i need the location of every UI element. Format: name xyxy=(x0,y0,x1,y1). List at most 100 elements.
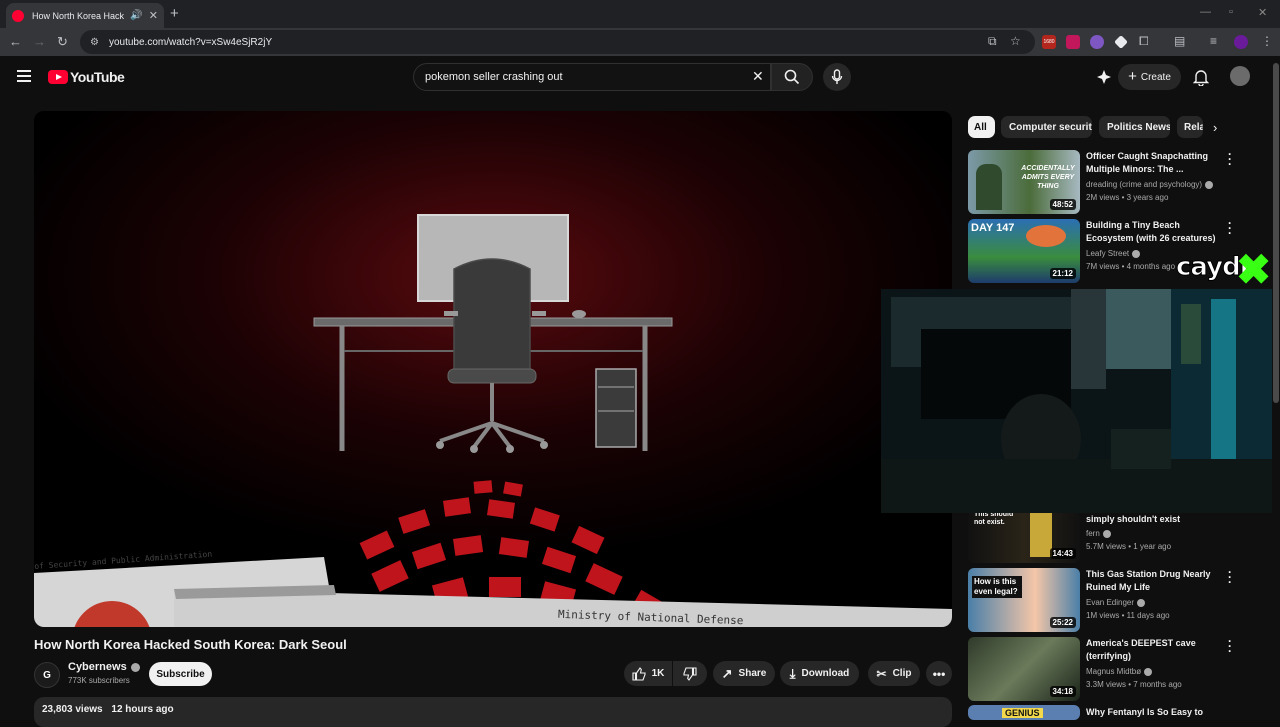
youtube-favicon-icon xyxy=(12,9,24,22)
address-bar[interactable]: ⚙ youtube.com/watch?v=xSw4eSjR2jY xyxy=(80,30,1035,54)
dislike-button[interactable] xyxy=(673,661,707,686)
recommendation-channel: Leafy Street xyxy=(1086,249,1141,258)
recommendation-item[interactable]: GENIUS Why Fentanyl Is So Easy to xyxy=(968,705,1238,720)
ext-badge-icon[interactable]: 1680 xyxy=(1042,35,1056,49)
webcam-image xyxy=(881,289,1280,513)
verified-check-icon xyxy=(1132,249,1141,258)
channel-initial: G xyxy=(43,669,51,681)
back-icon[interactable]: ← xyxy=(9,34,22,49)
recommendation-meta: 3.3M views • 7 months ago xyxy=(1086,680,1182,689)
age-text: 7 months ago xyxy=(1133,680,1182,689)
youtube-logo[interactable]: YouTube xyxy=(48,69,125,85)
more-vertical-icon[interactable]: · · · xyxy=(1228,148,1232,170)
extensions-puzzle-icon[interactable]: ⧠ xyxy=(1139,34,1149,49)
age-text: 11 days ago xyxy=(1126,611,1170,620)
video-thumbnail[interactable]: How is this even legal? 25:22 xyxy=(968,568,1080,632)
thumbnail-object xyxy=(1026,225,1066,247)
install-app-icon[interactable]: ⧉ xyxy=(988,34,997,49)
recommendation-item[interactable]: ACCIDENTALLY ADMITS EVERY THING 48:52 Of… xyxy=(968,148,1238,214)
browser-tab[interactable]: How North Korea Hacked S 🔊 ✕ xyxy=(6,3,164,28)
browser-menu-icon[interactable]: ⋮ xyxy=(1261,34,1273,48)
thumbnail-text: ACCIDENTALLY ADMITS EVERY THING xyxy=(1021,165,1075,190)
search-button[interactable] xyxy=(771,63,813,91)
reload-icon[interactable]: ↻ xyxy=(57,34,68,50)
video-duration: 14:43 xyxy=(1049,548,1076,559)
views-text: 5.7M views xyxy=(1086,542,1127,551)
recommendation-title: Why Fentanyl Is So Easy to xyxy=(1086,707,1204,717)
browser-tabstrip: How North Korea Hacked S 🔊 ✕ + — ▫ ✕ xyxy=(0,0,1280,28)
like-button[interactable]: 1K xyxy=(624,661,672,686)
more-vertical-icon[interactable]: · · · xyxy=(1228,635,1232,657)
account-avatar[interactable] xyxy=(1230,66,1250,86)
maximize-icon[interactable]: ▫ xyxy=(1229,6,1233,18)
hamburger-menu-icon[interactable] xyxy=(17,70,31,85)
extension-icon[interactable] xyxy=(1066,35,1080,49)
channel-name-text: Cybernews xyxy=(68,661,127,673)
side-panel-icon[interactable]: ▤ xyxy=(1174,34,1185,48)
thumbnail-text: How is this even legal? xyxy=(972,576,1022,598)
video-thumbnail[interactable]: 34:18 xyxy=(968,637,1080,701)
verified-check-icon xyxy=(1137,598,1146,607)
recommendation-title: America's DEEPEST cave (terrifying) xyxy=(1086,638,1196,661)
video-player[interactable]: of Security and Public Administration Mi… xyxy=(34,111,952,627)
verified-check-icon xyxy=(130,662,140,672)
create-button[interactable]: + Create xyxy=(1118,64,1181,90)
verified-check-icon xyxy=(1102,529,1111,538)
tab-close-icon[interactable]: ✕ xyxy=(149,9,158,22)
chip-computer-security[interactable]: Computer security xyxy=(1001,116,1092,138)
chip-politics-news[interactable]: Politics News xyxy=(1099,116,1170,138)
ai-sparkle-icon[interactable] xyxy=(1096,69,1112,85)
thumbnail-figure xyxy=(976,164,1002,210)
speaker-icon[interactable]: 🔊 xyxy=(130,10,142,21)
profile-icon[interactable] xyxy=(1234,35,1248,49)
voice-search-button[interactable] xyxy=(823,63,851,91)
recommendation-title: Officer Caught Snapchatting Multiple Min… xyxy=(1086,151,1209,174)
chevron-right-icon[interactable]: › xyxy=(1213,120,1217,135)
media-controls-icon[interactable]: ≡ xyxy=(1210,34,1217,48)
clear-search-icon[interactable]: ✕ xyxy=(752,68,764,85)
video-frame xyxy=(34,111,952,627)
bookmark-star-icon[interactable]: ☆ xyxy=(1010,34,1021,48)
video-thumbnail[interactable]: This should not exist. 14:43 xyxy=(968,511,1080,563)
share-button[interactable]: ↗ Share xyxy=(713,661,775,686)
tab-title: How North Korea Hacked S xyxy=(32,10,125,21)
subscribe-button[interactable]: Subscribe xyxy=(149,662,212,686)
recommendation-item[interactable]: 34:18 America's DEEPEST cave (terrifying… xyxy=(968,635,1238,701)
channel-name[interactable]: Cybernews xyxy=(68,661,140,673)
notifications-bell-icon[interactable] xyxy=(1193,68,1209,86)
site-info-icon[interactable]: ⚙ xyxy=(90,37,99,48)
more-vertical-icon[interactable]: · · · xyxy=(1228,566,1232,588)
age-text: 3 years ago xyxy=(1126,193,1169,202)
download-icon: ⤓ xyxy=(789,665,796,681)
search-input[interactable]: pokemon seller crashing out xyxy=(413,63,771,91)
extension-icon[interactable] xyxy=(1090,35,1104,49)
video-thumbnail[interactable]: ACCIDENTALLY ADMITS EVERY THING 48:52 xyxy=(968,150,1080,214)
recommendation-meta: 7M views • 4 months ago xyxy=(1086,262,1176,271)
recommendation-title: Building a Tiny Beach Ecosystem (with 26… xyxy=(1086,220,1216,243)
page-scrollbar-thumb[interactable] xyxy=(1273,63,1279,403)
channel-avatar[interactable]: G xyxy=(34,662,60,688)
recommendation-meta: 2M views • 3 years ago xyxy=(1086,193,1169,202)
description-box[interactable]: 23,803 views 12 hours ago xyxy=(34,697,952,727)
recommendation-channel: Evan Edinger xyxy=(1086,598,1146,607)
extension-icon[interactable] xyxy=(1114,35,1128,49)
recommendation-item[interactable]: How is this even legal? 25:22 This Gas S… xyxy=(968,566,1238,632)
download-button[interactable]: ⤓ Download xyxy=(780,661,859,686)
clip-button[interactable]: ✂ Clip xyxy=(868,661,920,686)
video-thumbnail[interactable]: DAY 147 21:12 xyxy=(968,219,1080,283)
forward-icon[interactable]: → xyxy=(33,34,46,49)
minimize-icon[interactable]: — xyxy=(1200,6,1211,18)
close-window-icon[interactable]: ✕ xyxy=(1258,6,1267,19)
channel-text: Magnus Midtbø xyxy=(1086,667,1142,676)
chip-related[interactable]: Rela xyxy=(1177,116,1203,138)
share-icon: ↗ xyxy=(721,665,733,681)
video-title: How North Korea Hacked South Korea: Dark… xyxy=(34,637,347,652)
new-tab-icon[interactable]: + xyxy=(170,5,179,22)
more-actions-button[interactable]: ••• xyxy=(926,661,952,686)
video-duration: 25:22 xyxy=(1049,617,1076,628)
recommendation-meta: 1M views • 11 days ago xyxy=(1086,611,1170,620)
thumbs-up-icon xyxy=(632,666,646,681)
more-vertical-icon[interactable]: · · · xyxy=(1228,217,1232,239)
video-thumbnail[interactable]: GENIUS xyxy=(968,705,1080,720)
chip-all[interactable]: All xyxy=(968,116,995,138)
